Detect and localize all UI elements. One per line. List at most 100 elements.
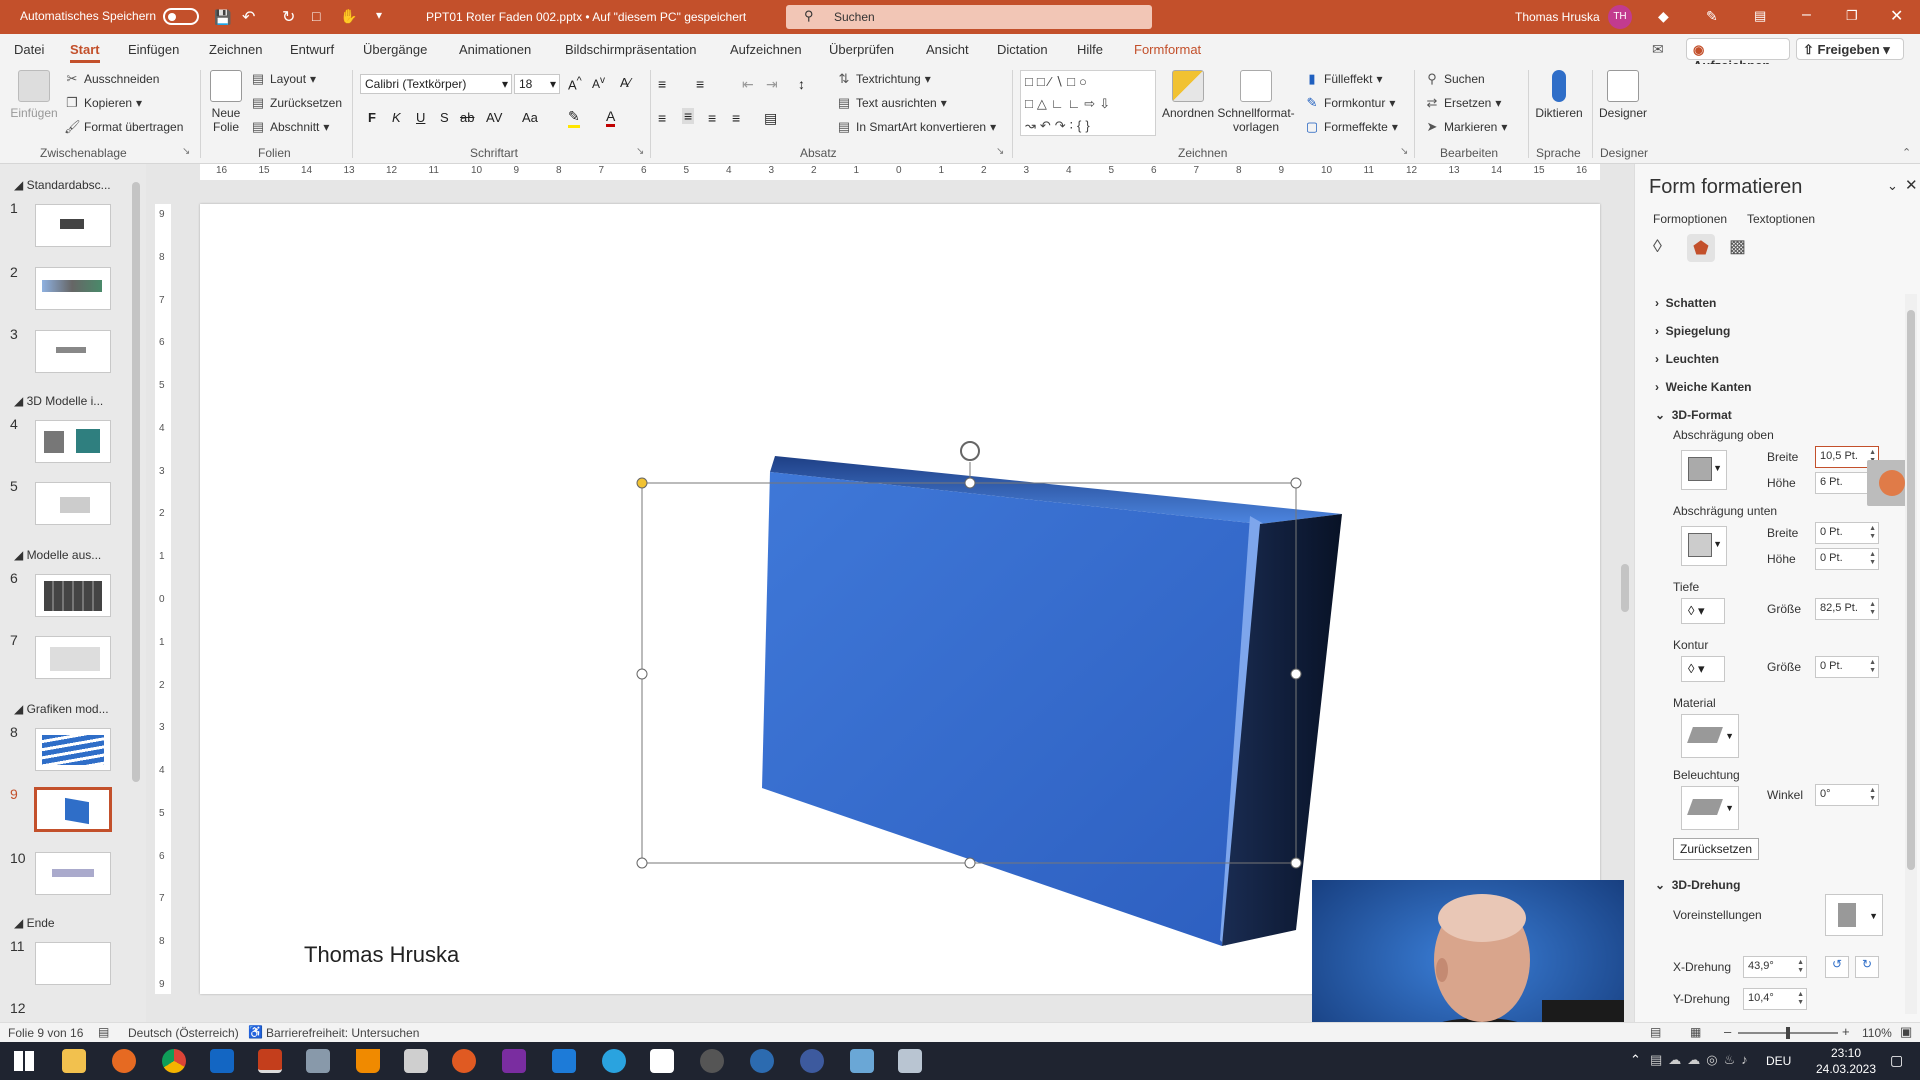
shape-fill-button[interactable]: ▮ Fülleffekt ▾ (1304, 71, 1382, 87)
touch-mode-icon[interactable]: ✋ (340, 8, 357, 25)
designer-button[interactable]: Designer (1598, 70, 1648, 120)
font-color-icon[interactable]: A (606, 108, 616, 127)
tray-icons[interactable]: ▤☁☁◎♨♪ (1650, 1052, 1754, 1068)
slide-thumbnail-9[interactable] (34, 787, 112, 832)
justify-icon[interactable]: ≡ (732, 110, 740, 126)
resize-handle-n[interactable] (964, 477, 976, 489)
app-icon[interactable] (452, 1049, 476, 1073)
search-box[interactable]: ⚲ Suchen (786, 5, 1152, 29)
arrange-button[interactable]: Anordnen (1160, 70, 1216, 120)
resize-handle-w[interactable] (636, 668, 648, 680)
notification-icon[interactable]: ▢ (1890, 1052, 1903, 1069)
contour-color-button[interactable]: ◊ ▾ (1681, 656, 1725, 682)
resize-handle-ne[interactable] (1290, 477, 1302, 489)
diamond-icon[interactable]: ◆ (1658, 8, 1669, 25)
user-name[interactable]: Thomas Hruska (1515, 10, 1600, 24)
rotation-handle[interactable] (960, 441, 980, 461)
depth-size-input[interactable]: 82,5 Pt. ▲ ▼ (1815, 598, 1879, 620)
tab-animationen[interactable]: Animationen (459, 42, 531, 57)
file-explorer-icon[interactable] (62, 1049, 86, 1073)
tab-aufzeichnen[interactable]: Aufzeichnen (730, 42, 802, 57)
clock-date[interactable]: 24.03.2023 (1806, 1062, 1886, 1076)
slide-thumbnail-7[interactable] (35, 636, 111, 679)
tab-zeichnen[interactable]: Zeichnen (209, 42, 262, 57)
tab-ueberpruefen[interactable]: Überprüfen (829, 42, 894, 57)
clock-time[interactable]: 23:10 (1816, 1046, 1876, 1060)
section-graphics[interactable]: ◢ Grafiken mod... (14, 702, 109, 716)
slides-panel-scrollbar[interactable] (130, 166, 142, 1020)
align-text-button[interactable]: ▤ Text ausrichten ▾ (836, 95, 947, 111)
fit-slide-icon[interactable]: ▣ (1900, 1024, 1912, 1040)
rotate-left-icon[interactable]: ↺ (1825, 956, 1849, 978)
numbering-icon[interactable]: ≡ (696, 76, 704, 92)
pane-options-icon[interactable]: ⌄ (1887, 178, 1898, 194)
share-button[interactable]: ⇧ Freigeben ▾ (1796, 38, 1904, 60)
vlc-icon[interactable] (356, 1049, 380, 1073)
paste-button[interactable]: Einfügen (10, 70, 58, 120)
align-right-icon[interactable]: ≡ (708, 110, 716, 126)
resize-handle-sw[interactable] (636, 857, 648, 869)
tab-text-options[interactable]: Textoptionen (1747, 212, 1815, 226)
replace-button[interactable]: ⇄ Ersetzen ▾ (1424, 95, 1502, 111)
slide-thumbnail-10[interactable] (35, 852, 111, 895)
accessibility-status[interactable]: Barrierefreiheit: Untersuchen (266, 1026, 419, 1040)
spellcheck-icon[interactable]: ▤ (98, 1025, 109, 1039)
section-reflection[interactable]: › Spiegelung (1655, 324, 1730, 338)
save-icon[interactable]: 💾 (214, 9, 231, 26)
undo-icon[interactable]: ↶ (242, 7, 255, 27)
shrink-font-icon[interactable]: Av (592, 75, 605, 91)
normal-view-icon[interactable]: ▤ (1650, 1025, 1661, 1039)
section-end[interactable]: ◢ Ende (14, 916, 55, 930)
material-dropdown[interactable]: ▼ (1681, 714, 1739, 758)
telegram-icon[interactable] (602, 1049, 626, 1073)
tray-chevron-icon[interactable]: ⌃ (1630, 1052, 1641, 1068)
shadow-button[interactable]: S (440, 110, 449, 125)
columns-icon[interactable]: ▤ (764, 110, 777, 127)
close-icon[interactable]: ✕ (1890, 6, 1903, 26)
zoom-level[interactable]: 110% (1862, 1026, 1892, 1040)
font-launcher-icon[interactable]: ↘ (636, 146, 644, 157)
resize-handle-e[interactable] (1290, 668, 1302, 680)
new-slide-button[interactable]: Neue Folie (206, 70, 246, 134)
depth-color-button[interactable]: ◊ ▾ (1681, 598, 1725, 624)
highlight-color-icon[interactable]: ✎ (568, 108, 580, 128)
shape-effects-button[interactable]: ▢ Formeffekte ▾ (1304, 119, 1398, 135)
record-button[interactable]: ◉ Aufzeichnen (1686, 38, 1790, 73)
select-button[interactable]: ➤ Markieren ▾ (1424, 119, 1508, 135)
shapes-gallery[interactable]: □□∕∖□○ □△∟∟⇨⇩ ↝↶↷∶{} (1020, 70, 1156, 136)
slide-canvas[interactable]: Thomas Hruska (200, 204, 1600, 994)
tab-ansicht[interactable]: Ansicht (926, 42, 969, 57)
tab-uebergaenge[interactable]: Übergänge (363, 42, 427, 57)
ribbon-display-icon[interactable]: ▤ (1754, 8, 1766, 24)
restore-icon[interactable]: ❐ (1846, 8, 1858, 24)
present-icon[interactable]: □ (312, 8, 320, 24)
strikethrough-button[interactable]: ab (460, 110, 474, 125)
font-name-select[interactable]: Calibri (Textkörper) ▾ (360, 74, 512, 94)
tab-dictation[interactable]: Dictation (997, 42, 1048, 57)
section-3d-rotation[interactable]: ⌄ 3D-Drehung (1655, 878, 1740, 892)
section-3d-models[interactable]: ◢ 3D Modelle i... (14, 394, 103, 408)
decrease-indent-icon[interactable]: ⇤ (742, 76, 754, 93)
smartart-button[interactable]: ▤ In SmartArt konvertieren ▾ (836, 119, 996, 135)
fill-line-icon[interactable]: ◊ (1653, 236, 1662, 257)
increase-indent-icon[interactable]: ⇥ (766, 76, 778, 93)
char-spacing-button[interactable]: AV (486, 110, 502, 125)
shape-outline-button[interactable]: ✎ Formkontur ▾ (1304, 95, 1396, 111)
zoom-out-icon[interactable]: – (1724, 1024, 1731, 1039)
minimize-icon[interactable]: – (1802, 6, 1811, 24)
section-3d-format[interactable]: ⌄ 3D-Format (1655, 408, 1732, 422)
rotate-right-icon[interactable]: ↻ (1855, 956, 1879, 978)
presets-dropdown[interactable]: ▼ (1825, 894, 1883, 936)
slide-thumbnail-6[interactable] (35, 574, 111, 617)
app-icon[interactable] (404, 1049, 428, 1073)
change-case-button[interactable]: Aa (522, 110, 538, 125)
italic-button[interactable]: K (392, 110, 401, 125)
section-glow[interactable]: › Leuchten (1655, 352, 1719, 366)
app-icon[interactable] (850, 1049, 874, 1073)
firefox-icon[interactable] (112, 1049, 136, 1073)
shape-front-face[interactable] (762, 472, 1260, 946)
powerpoint-icon[interactable] (258, 1049, 282, 1073)
language-status[interactable]: Deutsch (Österreich) (128, 1026, 239, 1040)
pen-icon[interactable]: ✎ (1706, 8, 1718, 25)
tab-datei[interactable]: Datei (14, 42, 44, 57)
